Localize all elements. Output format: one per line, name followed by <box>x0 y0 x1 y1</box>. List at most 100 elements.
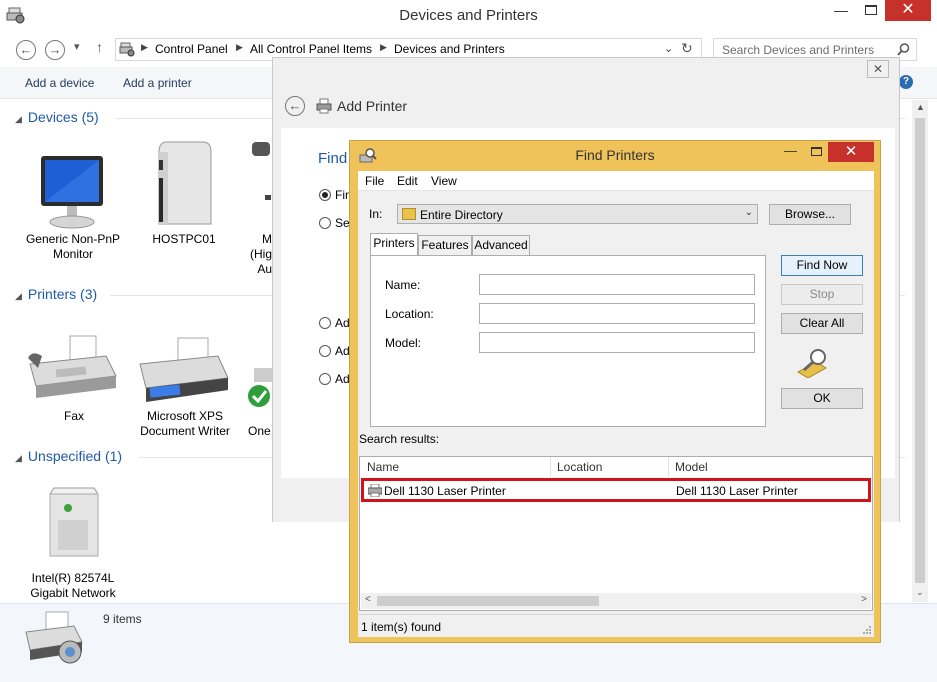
vertical-scrollbar[interactable]: ▲ ⌄ <box>912 100 928 602</box>
menu-view[interactable]: View <box>431 174 457 188</box>
scrollbar-thumb[interactable] <box>915 118 925 583</box>
add-printer-close-button[interactable]: ✕ <box>867 60 889 78</box>
search-placeholder: Search Devices and Printers <box>722 43 875 57</box>
resize-grip-icon[interactable] <box>862 625 872 635</box>
refresh-icon[interactable]: ↻ <box>681 40 693 57</box>
collapse-triangle-icon: ◢ <box>15 114 22 124</box>
find-printers-minimize-button[interactable]: — <box>784 143 797 158</box>
chevron-down-icon: ⌄ <box>744 207 753 218</box>
radio-option-1[interactable] <box>319 189 331 201</box>
breadcrumb-separator: ▶ <box>380 42 387 52</box>
breadcrumb-separator: ▶ <box>236 42 243 52</box>
scroll-left-arrow-icon[interactable]: < <box>365 594 371 605</box>
radio-option-5[interactable] <box>319 373 331 385</box>
back-button[interactable]: ← <box>16 40 36 60</box>
horizontal-scrollbar[interactable]: < > <box>361 593 871 609</box>
breadcrumb-control-panel[interactable]: Control Panel <box>155 42 228 56</box>
column-header-location[interactable]: Location <box>557 460 602 478</box>
device-label-line2: Monitor <box>52 247 93 261</box>
breadcrumb-devices-printers[interactable]: Devices and Printers <box>394 42 505 56</box>
column-separator[interactable] <box>550 457 551 477</box>
tab-features[interactable]: Features <box>418 235 472 255</box>
items-count: 9 items <box>103 612 142 626</box>
device-label-line1: Microsoft XPS <box>146 409 224 423</box>
printer-icon <box>316 98 332 114</box>
radio-option-3[interactable] <box>319 317 331 329</box>
menu-file[interactable]: File <box>365 174 384 188</box>
radio-option-4[interactable] <box>319 345 331 357</box>
name-input[interactable] <box>479 274 755 295</box>
forward-button[interactable]: → <box>45 40 65 60</box>
device-label-line1: M <box>262 232 272 246</box>
add-printer-heading: Find <box>318 150 348 167</box>
scroll-right-arrow-icon[interactable]: > <box>861 594 867 605</box>
control-panel-icon <box>119 42 135 57</box>
find-now-button[interactable]: Find Now <box>781 255 863 276</box>
breadcrumb-separator: ▶ <box>141 42 148 52</box>
search-results-list[interactable]: Name Location Model Dell 1130 Laser Prin… <box>359 456 873 611</box>
breadcrumb-all-items[interactable]: All Control Panel Items <box>250 42 372 56</box>
device-label: One <box>248 424 271 438</box>
maximize-button[interactable] <box>856 0 886 22</box>
add-printer-title: Add Printer <box>337 98 408 114</box>
menu-edit[interactable]: Edit <box>397 174 418 188</box>
stop-button[interactable]: Stop <box>781 284 863 305</box>
location-input[interactable] <box>479 303 755 324</box>
scroll-down-arrow-icon[interactable]: ⌄ <box>916 587 924 598</box>
add-printer-back-button[interactable]: ← <box>285 96 305 116</box>
devices-printers-large-icon <box>25 611 83 664</box>
add-printer-button[interactable]: Add a printer <box>123 76 192 90</box>
tab-printers[interactable]: Printers <box>370 233 418 255</box>
up-button[interactable]: ↑ <box>96 39 103 55</box>
browse-button[interactable]: Browse... <box>769 204 851 225</box>
monitor-icon <box>41 156 103 229</box>
in-location-combobox[interactable]: Entire Directory ⌄ <box>397 204 758 224</box>
ok-button[interactable]: OK <box>781 388 863 409</box>
device-label-line2: Document Writer <box>140 424 230 438</box>
radio-option-4-label: Ad <box>335 344 350 358</box>
find-printers-dialog: Find Printers — ✕ File Edit View In: Ent… <box>349 140 881 643</box>
scrollbar-thumb[interactable] <box>377 596 599 606</box>
address-history-chevron-icon[interactable]: ⌄ <box>664 42 673 55</box>
column-header-name[interactable]: Name <box>367 460 399 478</box>
find-printers-title: Find Printers <box>575 147 655 163</box>
device-label-line2: Gigabit Network <box>30 586 116 600</box>
search-icon[interactable] <box>897 43 910 56</box>
directory-icon <box>402 208 416 220</box>
maximize-icon <box>865 5 877 15</box>
group-header-unspecified[interactable]: ◢ Unspecified (1) <box>15 448 122 464</box>
group-header-devices[interactable]: ◢ Devices (5) <box>15 109 99 125</box>
menu-bar: File Edit View <box>358 171 874 191</box>
radio-option-5-label: Ad <box>335 372 350 386</box>
model-label: Model: <box>385 336 422 350</box>
collapse-triangle-icon: ◢ <box>15 291 22 301</box>
find-printers-maximize-button[interactable] <box>811 147 822 156</box>
radio-option-2[interactable] <box>319 217 331 229</box>
location-label: Location: <box>385 307 434 321</box>
printer-icon <box>139 337 229 402</box>
scroll-up-arrow-icon[interactable]: ▲ <box>916 102 925 112</box>
device-label-line2: (Hig <box>249 247 272 261</box>
result-row[interactable]: Dell 1130 Laser Printer Dell 1130 Laser … <box>361 478 871 502</box>
tab-advanced[interactable]: Advanced <box>472 235 530 255</box>
recent-locations-dropdown[interactable]: ▾ <box>74 40 80 53</box>
window-title: Devices and Printers <box>399 7 538 24</box>
close-button[interactable]: ✕ <box>885 0 931 21</box>
search-results-label: Search results: <box>359 432 440 446</box>
computer-tower-icon <box>158 141 212 225</box>
group-header-printers[interactable]: ◢ Printers (3) <box>15 286 97 302</box>
radio-option-3-label: Ad <box>335 316 350 330</box>
minimize-button[interactable]: — <box>826 0 856 22</box>
title-bar: Devices and Printers — ✕ <box>0 0 937 32</box>
printer-icon <box>368 484 382 497</box>
clear-all-button[interactable]: Clear All <box>781 313 863 334</box>
model-input[interactable] <box>479 332 755 353</box>
column-header-model[interactable]: Model <box>675 460 708 478</box>
add-device-button[interactable]: Add a device <box>25 76 94 90</box>
find-printers-close-button[interactable]: ✕ <box>828 142 874 162</box>
device-label: Fax <box>63 409 84 423</box>
help-icon[interactable]: ? <box>899 75 913 89</box>
device-label: HOSTPC01 <box>152 232 216 246</box>
column-separator[interactable] <box>668 457 669 477</box>
result-model: Dell 1130 Laser Printer <box>676 484 798 498</box>
